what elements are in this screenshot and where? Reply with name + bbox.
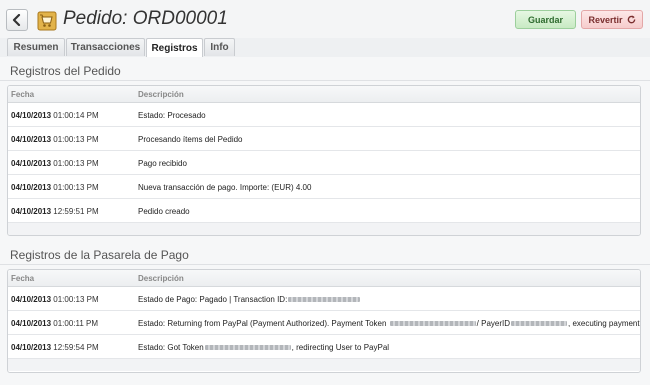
redacted-transaction-id (288, 297, 361, 303)
row-date: 04/10/2013 (11, 111, 52, 120)
row-date: 04/10/2013 (11, 319, 52, 328)
table-header: Fecha Descripción (8, 86, 640, 103)
shopping-cart-icon (37, 11, 57, 31)
tab-bar: Resumen Transacciones Registros Info (0, 38, 650, 58)
row-description: Estado: Procesado (138, 111, 206, 120)
table-row: 04/10/2013 01:00:11 PM Estado: Returning… (8, 311, 640, 335)
row-date: 04/10/2013 (11, 135, 52, 144)
row-description: Estado: Returning from PayPal (Payment A… (138, 319, 640, 328)
chevron-left-icon (12, 14, 21, 26)
column-header-date: Fecha (11, 274, 35, 283)
column-header-description: Descripción (138, 274, 184, 283)
table-row: 04/10/2013 01:00:13 PM Nueva transacción… (8, 175, 640, 199)
revert-button[interactable]: Revertir (581, 10, 643, 29)
row-time: 01:00:14 PM (53, 111, 99, 120)
row-time: 12:59:51 PM (53, 207, 99, 216)
table-row: 04/10/2013 01:00:13 PM Procesando ítems … (8, 127, 640, 151)
tab-content: Registros del Pedido Fecha Descripción 0… (0, 57, 650, 385)
row-description: Estado: Got Token , redirecting User to P… (138, 343, 389, 352)
row-description-text: Estado: Got Token (138, 343, 204, 352)
table-row: 04/10/2013 12:59:54 PM Estado: Got Token… (8, 335, 640, 359)
row-description-text: Estado de Pago: Pagado | Transaction ID: (138, 295, 288, 304)
column-header-description: Descripción (138, 90, 184, 99)
revert-button-label: Revertir (588, 14, 623, 25)
row-time: 01:00:11 PM (53, 319, 99, 328)
section-divider (0, 264, 650, 265)
row-date: 04/10/2013 (11, 183, 52, 192)
row-description: Nueva transacción de pago. Importe: (EUR… (138, 183, 312, 192)
row-date: 04/10/2013 (11, 295, 52, 304)
order-log-table: Fecha Descripción 04/10/2013 01:00:14 PM… (7, 85, 641, 236)
column-header-date: Fecha (11, 90, 35, 99)
tab-transacciones[interactable]: Transacciones (66, 38, 145, 56)
table-row: 04/10/2013 01:00:13 PM Estado de Pago: P… (8, 287, 640, 311)
tab-info[interactable]: Info (204, 38, 235, 56)
section-divider (0, 80, 650, 81)
table-row: 04/10/2013 01:00:14 PM Estado: Procesado (8, 103, 640, 127)
gateway-log-table: Fecha Descripción 04/10/2013 01:00:13 PM… (7, 269, 641, 373)
row-description-text: , redirecting User to PayPal (291, 343, 390, 352)
row-description: Estado de Pago: Pagado | Transaction ID: (138, 295, 361, 304)
row-description: Procesando ítems del Pedido (138, 135, 243, 144)
row-time: 01:00:13 PM (53, 183, 99, 192)
table-footer (8, 359, 640, 371)
row-description: Pedido creado (138, 207, 190, 216)
page-header: Pedido: ORD00001 Guardar Revertir (0, 0, 650, 38)
page-title: Pedido: ORD00001 (63, 8, 228, 29)
table-row: 04/10/2013 12:59:51 PM Pedido creado (8, 199, 640, 223)
save-button[interactable]: Guardar (515, 10, 576, 29)
gateway-log-title: Registros de la Pasarela de Pago (10, 248, 189, 262)
redacted-token (204, 345, 291, 351)
row-description-text: , executing payment (568, 319, 640, 328)
row-time: 01:00:13 PM (53, 135, 99, 144)
row-time: 01:00:13 PM (53, 159, 99, 168)
redacted-payer-id (511, 321, 567, 327)
row-date: 04/10/2013 (11, 159, 52, 168)
table-footer (8, 223, 640, 235)
row-description-text: / PayerID (476, 319, 510, 328)
table-row: 04/10/2013 01:00:13 PM Pago recibido (8, 151, 640, 175)
row-date: 04/10/2013 (11, 343, 52, 352)
tab-resumen[interactable]: Resumen (7, 38, 65, 56)
redacted-payment-token (389, 321, 476, 327)
table-header: Fecha Descripción (8, 270, 640, 287)
order-log-title: Registros del Pedido (10, 64, 121, 78)
refresh-icon (627, 15, 635, 24)
row-time: 12:59:54 PM (53, 343, 99, 352)
row-time: 01:00:13 PM (53, 295, 99, 304)
tab-registros[interactable]: Registros (146, 38, 203, 58)
row-description: Pago recibido (138, 159, 187, 168)
row-date: 04/10/2013 (11, 207, 52, 216)
back-button[interactable] (6, 9, 28, 31)
row-description-text: Estado: Returning from PayPal (Payment A… (138, 319, 387, 328)
